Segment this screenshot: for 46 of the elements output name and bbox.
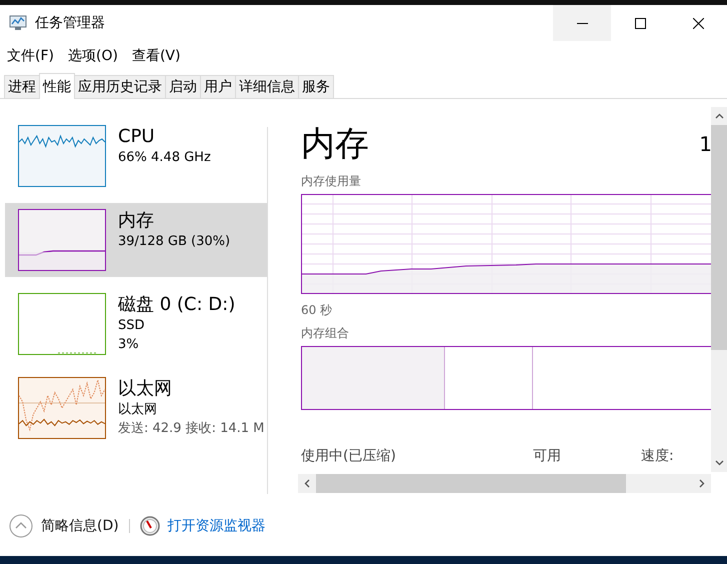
sidebar-item[interactable]: 以太网 以太网 发送: 42.9 接收: 14.1 M (5, 371, 267, 445)
sidebar-item-detail: 3% (118, 336, 140, 354)
menu-item[interactable]: 文件(F) (7, 46, 54, 64)
window-title: 任务管理器 (35, 14, 105, 32)
sidebar-item[interactable]: 磁盘 0 (C: D:) SSD 3% (5, 287, 267, 361)
tab[interactable]: 启动 (165, 75, 201, 98)
sidebar-item-detail: 39/128 GB (30%) (118, 233, 230, 251)
sidebar-item-title: 以太网 (118, 377, 173, 400)
horizontal-scrollbar[interactable] (298, 474, 711, 493)
stat-label: 可用 (533, 447, 562, 465)
maximize-icon[interactable] (634, 18, 646, 28)
menu-item[interactable]: 查看(V) (132, 46, 180, 64)
gauge-icon (140, 516, 160, 536)
sidebar-item-detail: 以太网 (118, 401, 158, 419)
chevron-up-icon[interactable] (714, 113, 724, 119)
chevron-left-icon[interactable] (304, 479, 310, 488)
sidebar-item-title: 内存 (118, 209, 155, 232)
total-memory-value: 1 (699, 132, 712, 156)
sidebar-item-detail: 66% 4.48 GHz (118, 149, 211, 167)
resource-monitor-link[interactable]: 打开资源监视器 (168, 517, 266, 535)
menu-item[interactable]: 选项(O) (68, 46, 118, 64)
tab[interactable]: 详细信息 (235, 75, 299, 98)
stat-label: 使用中(已压缩) (301, 447, 397, 465)
tab[interactable]: 性能 (39, 73, 75, 99)
sidebar-item-title: 磁盘 0 (C: D:) (118, 293, 236, 316)
sidebar-item-detail: 发送: 42.9 接收: 14.1 M (118, 420, 264, 438)
tab[interactable]: 进程 (4, 75, 40, 98)
tab[interactable]: 应用历史记录 (74, 75, 166, 98)
section-title: 内存 (301, 123, 369, 166)
sidebar-item-detail: SSD (118, 317, 146, 335)
time-span-label: 60 秒 (301, 302, 334, 319)
chevron-up-circle-icon[interactable] (9, 514, 33, 538)
chart-label: 内存组合 (301, 325, 350, 342)
fewer-details-button[interactable]: 简略信息(D) (41, 517, 119, 535)
sidebar-item-title: CPU (118, 125, 156, 148)
chart-label: 内存使用量 (301, 173, 362, 190)
chevron-right-icon[interactable] (699, 479, 705, 488)
tab[interactable]: 服务 (298, 75, 334, 98)
tab[interactable]: 用户 (200, 75, 236, 98)
sidebar-item[interactable]: CPU 66% 4.48 GHz (5, 119, 267, 193)
stat-label: 速度: (641, 447, 674, 465)
sidebar-item[interactable]: 内存 39/128 GB (30%) (5, 203, 267, 277)
chevron-down-icon[interactable] (714, 460, 724, 466)
vertical-scrollbar[interactable] (711, 107, 727, 472)
monitor-chart-icon (9, 15, 27, 31)
close-icon[interactable] (692, 18, 704, 28)
